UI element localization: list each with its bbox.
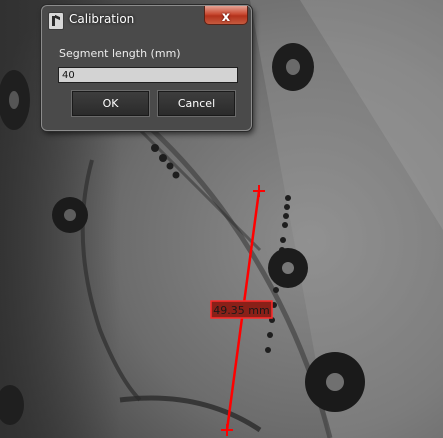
segment-length-input[interactable]: [58, 67, 238, 83]
dialog-titlebar[interactable]: Calibration x: [42, 6, 251, 34]
calibration-dialog: Calibration x Segment length (mm) OK Can…: [41, 5, 252, 131]
close-button[interactable]: x: [204, 6, 248, 25]
measurement-label: 49.35 mm: [213, 304, 269, 317]
cancel-button[interactable]: Cancel: [157, 90, 236, 117]
ok-button[interactable]: OK: [71, 90, 150, 117]
image-viewer[interactable]: 49.35 mm Calibration x Segment length (m…: [0, 0, 443, 438]
app-logo-icon: [48, 12, 64, 30]
segment-length-label: Segment length (mm): [59, 47, 181, 60]
close-icon: x: [221, 10, 231, 25]
dialog-title: Calibration: [69, 12, 135, 26]
